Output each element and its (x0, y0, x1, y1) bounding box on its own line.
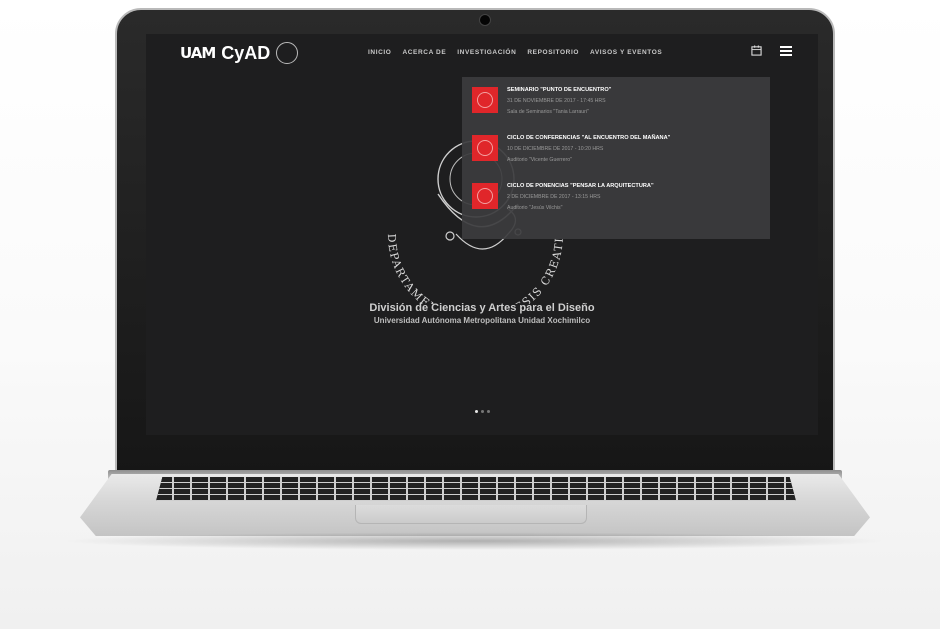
event-title: CICLO DE CONFERENCIAS "AL ENCUENTRO DEL … (507, 135, 671, 141)
event-place: Sala de Seminarios "Tania Larrauri" (507, 109, 589, 115)
university-subtitle: Universidad Autónoma Metropolitana Unida… (373, 316, 591, 325)
event-date: 2 DE DICIEMBRE DE 2017 - 13:15 HRS (507, 194, 601, 200)
carousel-dot-3[interactable] (486, 410, 490, 413)
division-title: División de Ciencias y Artes para el Dis… (369, 302, 595, 314)
event-place: Auditorio "Jesús Vilchis" (507, 205, 563, 211)
carousel-dot-1[interactable] (474, 410, 478, 413)
event-title: SEMINARIO "PUNTO DE ENCUENTRO" (507, 87, 612, 93)
nav-item-inicio[interactable]: INICIO (368, 49, 391, 56)
site-logo[interactable]: UAM CyAD (180, 42, 299, 64)
event-item[interactable]: SEMINARIO "PUNTO DE ENCUENTRO" 31 DE NOV… (472, 87, 611, 115)
event-thumbnail (472, 183, 498, 209)
event-date: 31 DE NOVIEMBRE DE 2017 - 17:45 HRS (507, 98, 606, 104)
event-thumbnail (472, 135, 498, 161)
main-nav: INICIO ACERCA DE INVESTIGACIÓN REPOSITOR… (368, 49, 662, 56)
seal-icon (477, 92, 493, 108)
seal-icon (477, 140, 493, 156)
laptop-shadow (60, 532, 890, 550)
trackpad-notch (355, 505, 587, 524)
laptop-screen: UAM CyAD INICIO ACERCA DE INVESTIGACIÓN … (146, 34, 818, 435)
nav-item-repositorio[interactable]: REPOSITORIO (527, 49, 579, 56)
event-item[interactable]: CICLO DE PONENCIAS "PENSAR LA ARQUITECTU… (472, 183, 654, 211)
hamburger-menu-icon[interactable] (780, 45, 792, 56)
carousel-dots (146, 410, 818, 413)
carousel-dot-2[interactable] (480, 410, 484, 413)
events-dropdown: SEMINARIO "PUNTO DE ENCUENTRO" 31 DE NOV… (462, 77, 770, 239)
nav-icons (751, 45, 792, 56)
seal-icon (477, 188, 493, 204)
event-title: CICLO DE PONENCIAS "PENSAR LA ARQUITECTU… (507, 183, 654, 189)
seal-icon (276, 42, 299, 64)
calendar-icon[interactable] (751, 45, 762, 56)
nav-item-investigacion[interactable]: INVESTIGACIÓN (457, 49, 516, 56)
event-item[interactable]: CICLO DE CONFERENCIAS "AL ENCUENTRO DEL … (472, 135, 670, 163)
cyad-logo: CyAD (221, 42, 271, 63)
nav-item-avisos-eventos[interactable]: AVISOS Y EVENTOS (590, 49, 662, 56)
event-thumbnail (472, 87, 498, 113)
keyboard-rows (156, 477, 796, 501)
nav-item-acerca-de[interactable]: ACERCA DE (402, 49, 446, 56)
webcam (479, 14, 491, 26)
uam-logo: UAM (180, 44, 216, 62)
event-place: Auditorio "Vicente Guerrero" (507, 157, 573, 163)
event-date: 10 DE DICIEMBRE DE 2017 - 10:20 HRS (507, 146, 604, 152)
